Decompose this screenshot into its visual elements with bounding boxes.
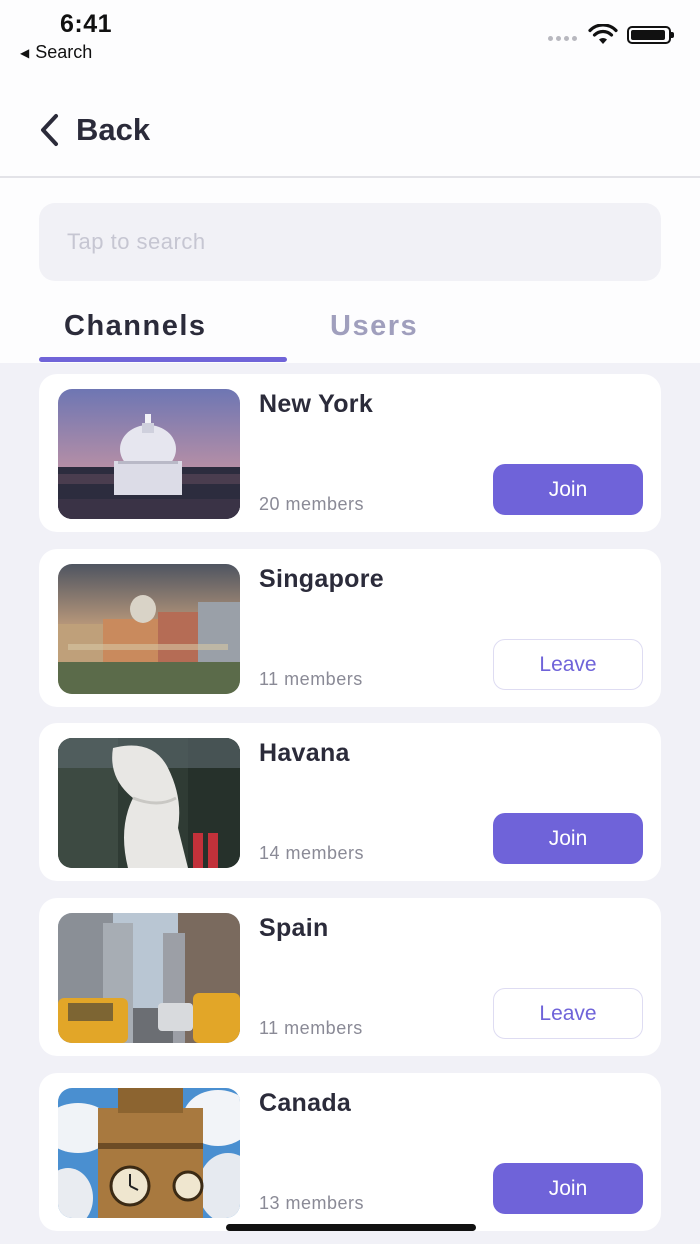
channel-name: Spain (259, 914, 329, 942)
status-time: 6:41 (60, 10, 113, 38)
home-indicator (226, 1224, 476, 1231)
search-input[interactable] (39, 203, 661, 281)
leave-button[interactable]: Leave (493, 639, 643, 690)
channel-card-new-york[interactable]: New York 20 members Join (39, 374, 661, 532)
cellular-signal-icon (548, 36, 577, 41)
back-button[interactable]: Back (38, 112, 150, 148)
active-tab-indicator (39, 357, 287, 362)
channel-image-street (58, 913, 240, 1043)
channel-name: Singapore (259, 565, 384, 593)
back-triangle-icon: ◀ (20, 45, 30, 60)
leave-button[interactable]: Leave (493, 988, 643, 1039)
channel-member-count: 13 members (259, 1193, 365, 1213)
channel-member-count: 20 members (259, 494, 365, 514)
back-to-app-link[interactable]: ◀ Search (20, 42, 92, 63)
tab-bar: Channels Users (0, 296, 700, 363)
channel-member-count: 11 members (259, 669, 363, 689)
channel-list: New York 20 members Join Singapore 11 me… (0, 363, 700, 1244)
chevron-left-icon (41, 114, 58, 146)
channel-name: Canada (259, 1089, 352, 1117)
channel-card-singapore[interactable]: Singapore 11 members Leave (39, 549, 661, 707)
status-bar: 6:41 ◀ Search (0, 0, 700, 70)
back-label: Back (76, 112, 151, 147)
channel-image-capitol (58, 389, 240, 519)
channel-name: Havana (259, 739, 350, 767)
tab-users[interactable]: Users (330, 310, 418, 343)
channel-image-clock-tower (58, 1088, 240, 1218)
channel-image-city (58, 564, 240, 694)
battery-icon (627, 26, 674, 44)
tab-channels[interactable]: Channels (64, 310, 207, 343)
nav-bar: Back (0, 80, 700, 178)
join-button[interactable]: Join (493, 464, 643, 515)
channel-card-canada[interactable]: Canada 13 members Join (39, 1073, 661, 1231)
channel-image-statue (58, 738, 240, 868)
channel-name: New York (259, 390, 374, 418)
channel-card-spain[interactable]: Spain 11 members Leave (39, 898, 661, 1056)
join-button[interactable]: Join (493, 813, 643, 864)
back-to-app-label: Search (35, 42, 93, 62)
channel-card-havana[interactable]: Havana 14 members Join (39, 723, 661, 881)
join-button[interactable]: Join (493, 1163, 643, 1214)
wifi-icon (588, 24, 618, 44)
channel-member-count: 14 members (259, 843, 365, 863)
channel-member-count: 11 members (259, 1018, 363, 1038)
